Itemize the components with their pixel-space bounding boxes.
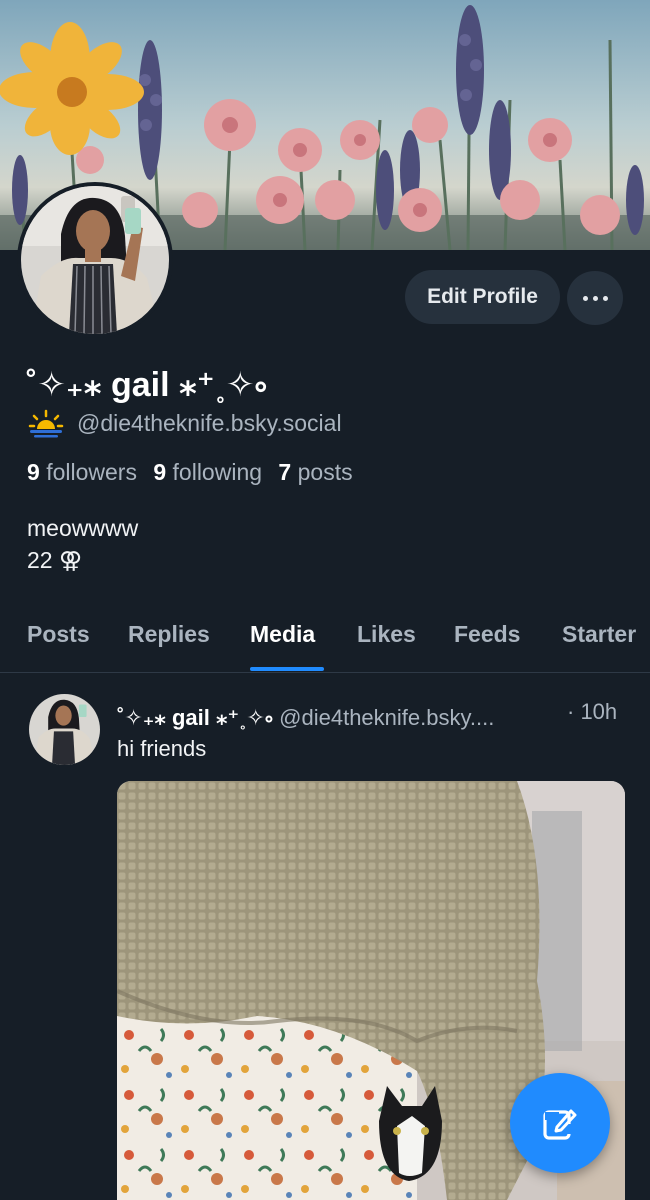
followers-stat[interactable]: 9 followers <box>27 459 137 485</box>
tab-replies[interactable]: Replies <box>128 621 210 648</box>
bio-line: 22 ⚢ <box>27 547 83 573</box>
compose-post-button[interactable] <box>510 1073 610 1173</box>
sunrise-emoji-icon <box>28 409 64 438</box>
tab-feeds[interactable]: Feeds <box>454 621 520 648</box>
tab-media[interactable]: Media <box>250 621 315 648</box>
more-options-button[interactable] <box>567 271 623 325</box>
tabs-divider <box>0 672 650 673</box>
tab-starter-packs[interactable]: Starter <box>562 621 636 648</box>
profile-handle: @die4theknife.bsky.social <box>77 409 342 436</box>
profile-tabs: Posts Replies Media Likes Feeds Starter <box>0 615 650 673</box>
active-tab-indicator <box>250 667 324 671</box>
profile-bio: meowwww 22 ⚢ <box>27 512 138 576</box>
post-author-avatar[interactable] <box>29 694 100 765</box>
tab-likes[interactable]: Likes <box>357 621 416 648</box>
bio-line: meowwww <box>27 515 139 541</box>
post-author-name[interactable]: ˚✧₊⁎ gail ⁎⁺˳✧༚ <box>117 705 273 730</box>
profile-avatar[interactable] <box>17 182 173 338</box>
ellipsis-icon <box>582 295 588 301</box>
following-stat[interactable]: 9 following <box>153 459 262 485</box>
post-text: hi friends <box>117 736 207 761</box>
compose-icon <box>543 1109 577 1140</box>
avatar-photo <box>21 186 169 334</box>
posts-stat: 7 posts <box>278 459 353 485</box>
post-timestamp[interactable]: · 10h <box>567 699 617 725</box>
profile-stats: 9 followers 9 following 7 posts <box>27 459 353 486</box>
edit-profile-button[interactable]: Edit Profile <box>405 270 560 324</box>
tab-posts[interactable]: Posts <box>27 621 90 648</box>
handle-row: @die4theknife.bsky.social <box>28 408 342 438</box>
profile-page: Edit Profile ˚✧₊⁎ gail ⁎⁺˳✧༚ @die4thekni… <box>0 0 650 1200</box>
post-author-handle[interactable]: @die4theknife.bsky.... <box>279 705 494 730</box>
post-avatar-photo <box>29 694 100 765</box>
